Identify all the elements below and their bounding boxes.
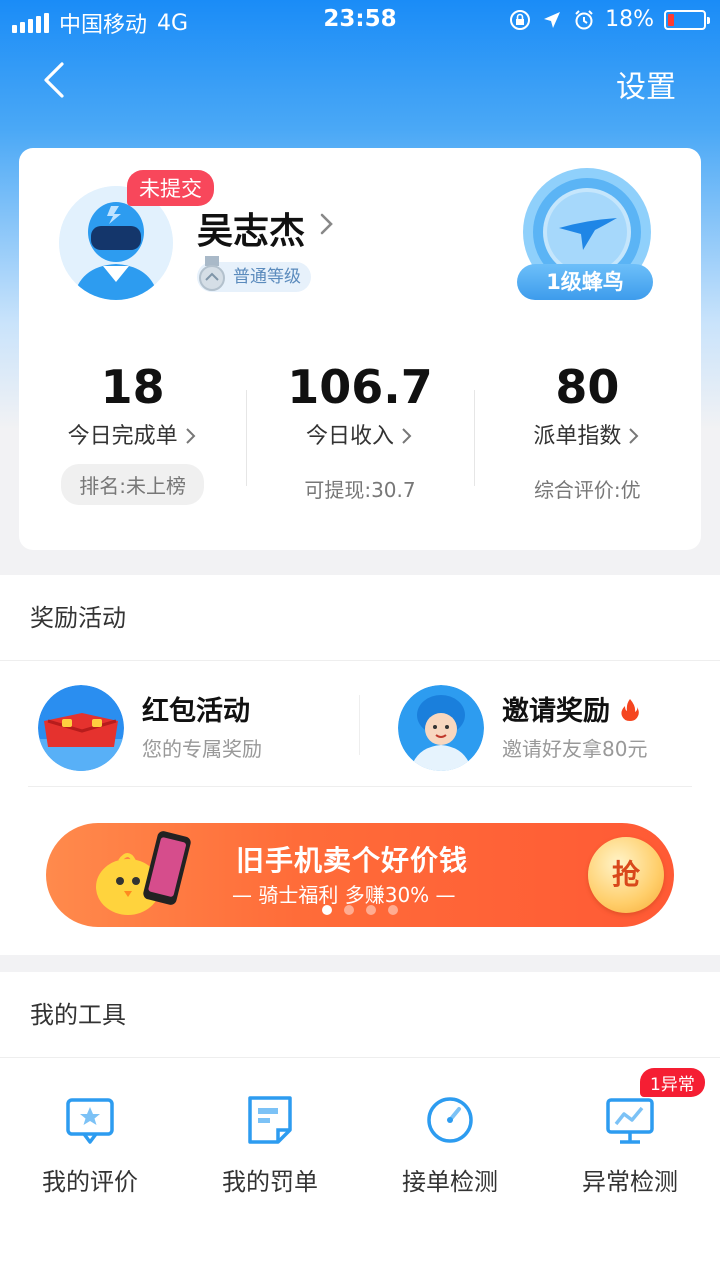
carousel-dot[interactable]	[388, 905, 398, 915]
penalty-note-icon	[248, 1096, 292, 1144]
gauge-icon	[427, 1097, 473, 1143]
anomaly-badge: 1异常	[640, 1068, 705, 1097]
carousel-dot[interactable]	[366, 905, 376, 915]
stat-value: 80	[555, 360, 620, 414]
banner-title: 旧手机卖个好价钱	[236, 844, 469, 877]
tool-grid: 我的评价 我的罚单 接单检测 1异常 异常检测	[0, 1068, 720, 1197]
tools-section: 我的工具 我的评价 我的罚单 接单检测 1异常 异常检测	[0, 972, 720, 1280]
chevron-left-icon	[44, 62, 64, 98]
section-title: 我的工具	[0, 972, 720, 1058]
battery-fill	[668, 13, 674, 26]
reward-row: 红包活动 您的专属奖励 邀请奖励 邀请好友拿80元	[28, 667, 692, 787]
reward-desc: 您的专属奖励	[142, 737, 262, 761]
promo-banner[interactable]: 旧手机卖个好价钱 — 骑士福利 多赚30% — 抢	[46, 823, 674, 927]
stat-label: 今日完成单	[67, 424, 178, 449]
rider-invite-icon	[398, 685, 484, 771]
chevron-right-icon	[629, 428, 639, 444]
chevron-right-icon[interactable]	[317, 210, 337, 238]
status-bar: 中国移动 4G 23:58 18%	[0, 0, 720, 40]
phone-icon	[143, 831, 191, 905]
stats-row: 18 今日完成单 排名:未上榜 106.7 今日收入 可提现:30.7 80 派…	[19, 358, 701, 518]
stat-value: 18	[100, 360, 165, 414]
battery-icon	[664, 9, 710, 30]
user-name[interactable]: 吴志杰	[197, 202, 305, 254]
stat-orders[interactable]: 18 今日完成单 排名:未上榜	[19, 358, 246, 518]
alarm-icon	[573, 9, 595, 31]
unsubmitted-badge: 未提交	[127, 170, 214, 206]
stat-dispatch-index[interactable]: 80 派单指数 综合评价:优	[473, 358, 701, 518]
chevron-right-icon	[185, 428, 196, 444]
reward-desc: 邀请好友拿80元	[502, 737, 648, 761]
medal-icon	[199, 256, 225, 291]
stat-value: 106.7	[287, 360, 433, 414]
location-arrow-icon	[541, 9, 563, 31]
monitor-chart-icon	[606, 1098, 654, 1144]
invite-reward[interactable]: 邀请奖励 邀请好友拿80元	[398, 679, 688, 775]
back-button[interactable]	[36, 58, 76, 102]
rotation-lock-icon	[509, 9, 531, 31]
stat-label: 今日收入	[305, 424, 394, 449]
rank-pill: 排名:未上榜	[61, 464, 205, 505]
review-star-icon	[66, 1098, 114, 1144]
profile-card: 未提交 吴志杰 普通等级 1级蜂鸟 18 今日完成单 排名:未上榜 106.7 …	[19, 148, 701, 550]
tool-label: 异常检测	[582, 1168, 678, 1196]
red-packet-activity[interactable]: 红包活动 您的专属奖励	[38, 679, 358, 775]
carousel-dot[interactable]	[322, 905, 332, 915]
level-label: 普通等级	[233, 267, 301, 287]
red-packet-icon	[38, 685, 124, 771]
tool-label: 接单检测	[402, 1168, 498, 1196]
tool-my-penalties[interactable]: 我的罚单	[180, 1072, 360, 1197]
reward-title: 邀请奖励	[502, 696, 610, 727]
settings-button[interactable]: 设置	[616, 62, 676, 106]
carousel-dots	[46, 900, 674, 919]
rewards-section: 奖励活动 红包活动 您的专属奖励 邀请奖励 邀请好友拿80元 旧手机卖个好价钱 …	[0, 575, 720, 955]
tool-label: 我的罚单	[222, 1168, 318, 1196]
tool-order-check[interactable]: 接单检测	[360, 1072, 540, 1197]
tool-my-reviews[interactable]: 我的评价	[0, 1072, 180, 1197]
tool-label: 我的评价	[42, 1168, 138, 1196]
overall-rating-text: 综合评价:优	[533, 478, 641, 502]
reward-title: 红包活动	[142, 696, 250, 727]
fire-icon	[621, 699, 639, 721]
withdrawable-text: 可提现:30.7	[304, 478, 416, 502]
rank-label: 1级蜂鸟	[517, 264, 653, 300]
carousel-dot[interactable]	[344, 905, 354, 915]
section-title: 奖励活动	[0, 575, 720, 661]
stat-income[interactable]: 106.7 今日收入 可提现:30.7	[246, 358, 473, 518]
chevron-right-icon	[402, 428, 412, 444]
level-tag[interactable]: 普通等级	[197, 256, 311, 292]
stat-label: 派单指数	[533, 424, 622, 449]
battery-percent: 18%	[605, 7, 654, 32]
tool-anomaly-check[interactable]: 1异常 异常检测	[540, 1068, 720, 1197]
divider	[359, 695, 360, 755]
